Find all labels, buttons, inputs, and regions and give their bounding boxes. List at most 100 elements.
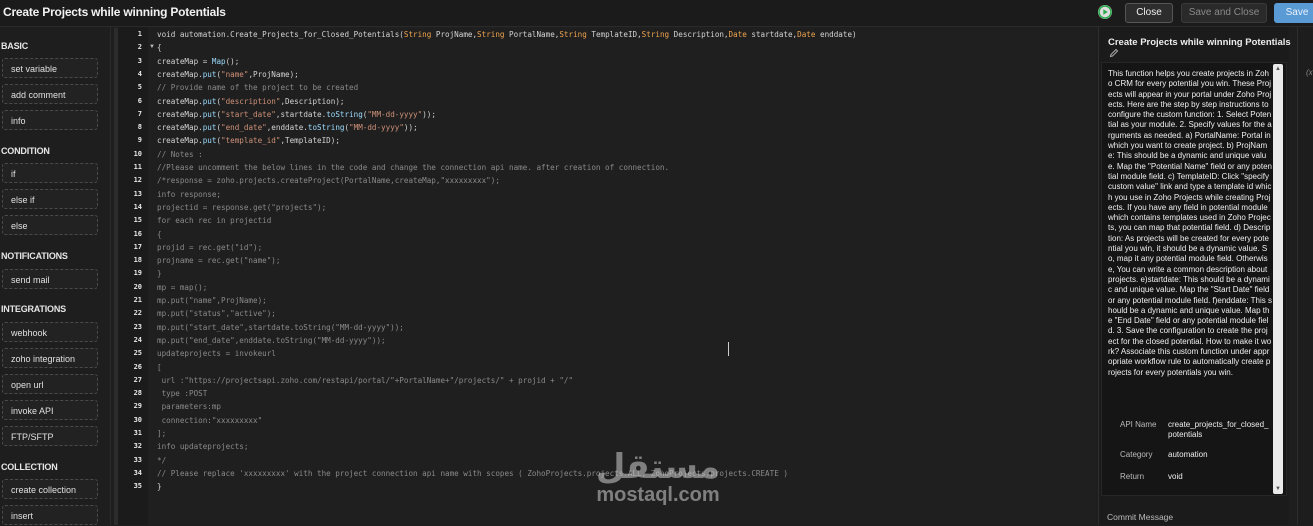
watermark-latin: mostaql.com (596, 484, 720, 506)
line-number: 4 (137, 69, 142, 78)
line-number: 1 (137, 30, 142, 38)
function-title: Create Projects while winning Potentials (1108, 37, 1291, 48)
function-description: This function helps you create projects … (1108, 69, 1272, 377)
line-number: 14 (133, 202, 142, 211)
code-line[interactable]: { (157, 43, 162, 52)
block-create-collection[interactable]: create collection (2, 479, 98, 499)
code-line[interactable]: createMap.put("name",ProjName); (157, 70, 299, 79)
code-line[interactable]: // Provide name of the project to be cre… (157, 83, 358, 92)
line-number: 23 (133, 322, 142, 331)
block-if[interactable]: if (2, 163, 98, 183)
line-number: 9 (137, 136, 142, 145)
code-line[interactable]: mp.put("status","active"); (157, 309, 276, 318)
code-line[interactable]: createMap.put("template_id",TemplateID); (157, 136, 340, 145)
code-line[interactable]: createMap = Map(); (157, 57, 239, 66)
code-line[interactable]: ]; (157, 429, 166, 438)
code-line[interactable]: createMap.put("start_date",startdate.toS… (157, 110, 436, 119)
block-open-url[interactable]: open url (2, 374, 98, 394)
code-line[interactable]: projectid = response.get("projects"); (157, 203, 326, 212)
line-number: 22 (133, 309, 142, 318)
watermark-arabic: مستقل (595, 447, 721, 487)
line-number: 33 (133, 455, 142, 464)
page-title: Create Projects while winning Potentials (3, 5, 226, 19)
block-ftp-sftp[interactable]: FTP/SFTP (2, 426, 98, 446)
code-line[interactable]: projid = rec.get("id"); (157, 243, 262, 252)
line-number: 5 (137, 83, 142, 92)
section-title-basic: BASIC (1, 41, 29, 51)
close-button[interactable]: Close (1125, 3, 1173, 23)
code-line[interactable]: mp = map(); (157, 283, 207, 292)
code-line[interactable]: type :POST (157, 389, 208, 398)
code-line[interactable]: mp.put("name",ProjName); (157, 296, 267, 305)
line-number: 31 (133, 429, 142, 437)
line-number: 19 (133, 269, 142, 278)
top-bar: Create Projects while winning Potentials… (0, 0, 1313, 27)
line-number: 6 (137, 96, 142, 105)
block-zoho-integration[interactable]: zoho integration (2, 348, 98, 368)
block-add-comment[interactable]: add comment (2, 84, 98, 104)
line-number: 8 (137, 123, 142, 132)
description-scrollbar[interactable]: ▲ ▼ (1273, 64, 1283, 494)
statement-palette: BASIC set variable add comment info COND… (0, 27, 111, 525)
side-panel-label: (x (1306, 68, 1313, 77)
save-button[interactable]: Save (1274, 3, 1313, 23)
section-title-condition: CONDITION (1, 146, 50, 156)
category-label: Category (1120, 450, 1153, 459)
code-line[interactable]: } (157, 482, 162, 491)
code-line[interactable]: info updateprojects; (157, 442, 248, 451)
block-else-if[interactable]: else if (2, 189, 98, 209)
code-line[interactable]: updateprojects = invokeurl (157, 349, 276, 358)
scroll-up-icon[interactable]: ▲ (1275, 66, 1281, 72)
code-line[interactable]: // Notes : (157, 150, 203, 159)
line-number: 11 (133, 163, 142, 171)
code-line[interactable]: parameters:mp (157, 402, 221, 411)
scroll-down-icon[interactable]: ▼ (1275, 486, 1281, 492)
block-send-mail[interactable]: send mail (2, 269, 98, 289)
line-number: 17 (133, 242, 142, 251)
code-line[interactable]: mp.put("end_date",enddate.toString("MM-d… (157, 336, 386, 345)
run-button[interactable] (1098, 5, 1112, 19)
line-number: 7 (137, 109, 142, 118)
line-number: 25 (133, 349, 142, 358)
block-insert[interactable]: insert (2, 505, 98, 525)
commit-message-label: Commit Message (1107, 512, 1174, 522)
block-info[interactable]: info (2, 110, 98, 130)
code-line[interactable]: */ (157, 456, 166, 465)
code-line[interactable]: for each rec in projectid (157, 216, 271, 225)
line-number: 10 (133, 149, 142, 158)
block-webhook[interactable]: webhook (2, 322, 98, 342)
code-line[interactable]: projname = rec.get("name"); (157, 256, 280, 265)
line-number: 21 (133, 296, 142, 304)
block-else[interactable]: else (2, 215, 98, 235)
play-icon (1098, 5, 1112, 19)
code-line[interactable]: url :"https://projectsapi.zoho.com/resta… (157, 376, 573, 385)
code-line[interactable]: { (157, 230, 162, 239)
block-invoke-api[interactable]: invoke API (2, 400, 98, 420)
code-line[interactable]: //Please uncomment the below lines in th… (157, 163, 669, 172)
line-number: 15 (133, 216, 142, 225)
line-number: 32 (133, 442, 142, 451)
watermark: مستقل mostaql.com (583, 448, 733, 507)
line-number: 34 (133, 468, 142, 477)
fold-arrow-icon[interactable]: ▼ (149, 44, 155, 50)
section-title-collection: COLLECTION (1, 462, 58, 472)
code-line[interactable]: createMap.put("end_date",enddate.toStrin… (157, 123, 418, 132)
code-line[interactable]: [ (157, 363, 162, 372)
code-line[interactable]: void automation.Create_Projects_for_Clos… (157, 30, 857, 39)
code-line[interactable]: } (157, 269, 162, 278)
code-line[interactable]: /*response = zoho.projects.createProject… (157, 176, 500, 185)
line-number: 16 (133, 229, 142, 238)
line-number: 13 (133, 189, 142, 198)
return-label: Return (1120, 472, 1145, 481)
code-line[interactable]: connection:"xxxxxxxxx" (157, 416, 263, 425)
return-value: void (1168, 472, 1183, 481)
save-and-close-button[interactable]: Save and Close (1181, 3, 1267, 23)
line-number: 12 (133, 176, 142, 185)
code-line[interactable]: info response; (157, 190, 221, 199)
code-line[interactable]: mp.put("start_date",startdate.toString("… (157, 323, 404, 332)
pencil-icon[interactable] (1109, 48, 1119, 58)
block-set-variable[interactable]: set variable (2, 58, 98, 78)
line-number: 18 (133, 256, 142, 265)
code-line[interactable]: createMap.put("description",Description)… (157, 97, 344, 106)
line-number: 24 (133, 335, 142, 344)
